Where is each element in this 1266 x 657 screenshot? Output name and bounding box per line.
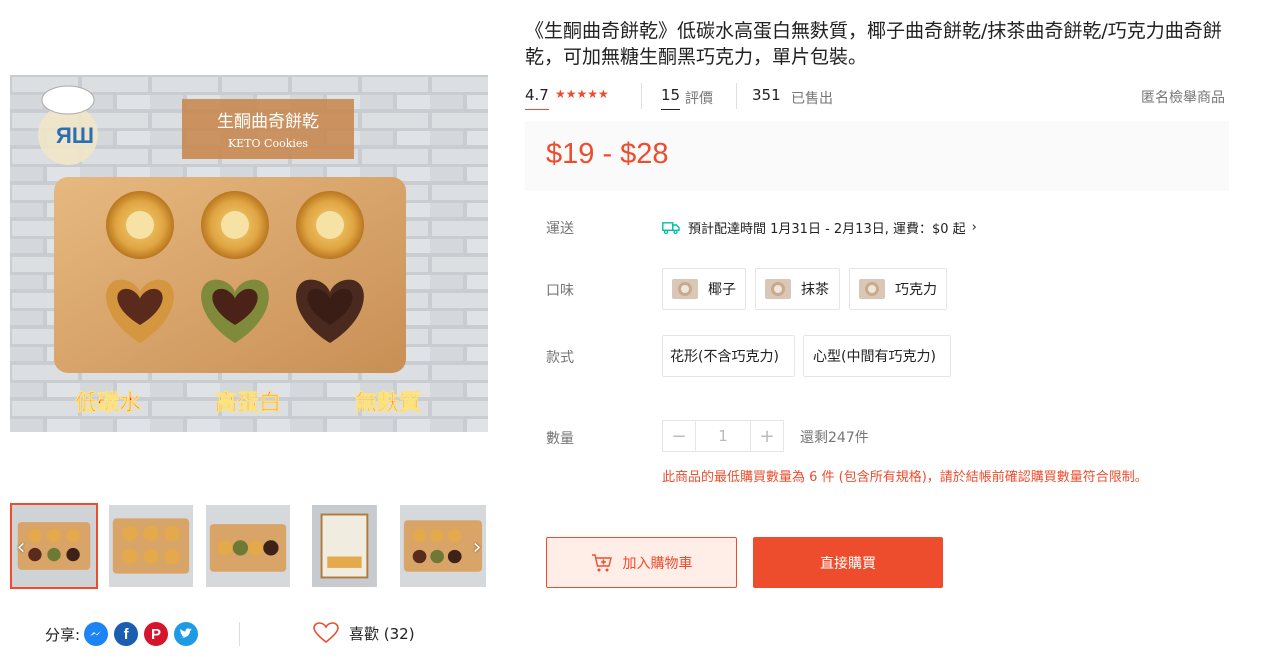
rating-row: 4.7 ★★★★★ 15 評價 351 已售出 匿名檢舉商品 [525,83,1225,111]
thumbnail-2[interactable] [107,503,195,589]
report-product-link[interactable]: 匿名檢舉商品 [1141,87,1225,107]
messenger-icon[interactable] [84,622,109,646]
truck-icon [662,221,680,234]
chevron-right-icon[interactable]: › [972,220,977,235]
product-title: 《生酮曲奇餅乾》低碳水高蛋白無麩質，椰子曲奇餅乾/抹茶曲奇餅乾/巧克力曲奇餅乾，… [525,20,1222,68]
heart-icon [313,622,339,644]
flower-cookies [106,191,364,259]
sold-count: 351 [752,86,781,104]
banner-title: 生酮曲奇餅乾 [217,112,319,132]
shipping-label: 運送 [546,221,574,237]
add-to-cart-label: 加入購物車 [622,555,693,572]
option-label: 花形(不含巧克力) [670,349,779,365]
review-label: 評價 [685,91,713,107]
flavor-option-matcha[interactable]: 抹茶 [755,268,840,310]
style-option-flower[interactable]: 花形(不含巧克力) [662,335,795,377]
cart-icon [591,553,612,571]
review-count[interactable]: 15 [661,86,681,110]
quantity-label: 數量 [546,431,574,447]
svg-text:ЯШ: ЯШ [56,123,94,148]
option-label: 巧克力 [895,282,937,298]
cookie-thumbnail-icon [672,279,698,299]
thumbnail-strip: ‹ › [10,501,488,591]
caption-low-carb: 低碳水 [74,390,142,416]
flavor-label: 口味 [546,283,574,299]
chevron-left-icon[interactable]: ‹ [10,533,32,563]
caption-gluten-free: 無麩質 [355,390,421,416]
option-label: 心型(中間有巧克力) [813,349,936,365]
share-row: 分享: f P 喜歡 (32) [45,620,415,648]
cookie-thumbnail-icon [859,279,885,299]
price-box: $19 - $28 [525,121,1229,191]
quantity-input[interactable]: 1 [695,421,751,451]
sold-label: 已售出 [791,91,833,107]
shipping-info[interactable]: 預計配達時間 1月31日 - 2月13日, 運費：$0 起 › [662,218,977,237]
chevron-right-icon[interactable]: › [466,533,488,563]
share-divider [239,622,240,646]
share-label: 分享: [45,625,81,644]
thumbnail-3[interactable] [204,503,292,589]
increment-button[interactable]: + [751,421,783,451]
star-rating-icon: ★★★★★ [555,87,609,101]
option-label: 椰子 [708,282,736,298]
stock-remaining: 還剩247件 [800,430,869,446]
style-label: 款式 [546,350,574,366]
banner-subtitle: KETO Cookies [228,137,308,150]
caption-high-protein: 高蛋白 [215,390,281,416]
thumbnail-4[interactable] [310,503,398,589]
rating-score[interactable]: 4.7 [525,86,549,110]
flavor-option-chocolate[interactable]: 巧克力 [849,268,947,310]
cookie-thumbnail-icon [765,279,791,299]
like-button[interactable]: 喜歡 (32) [313,622,415,644]
twitter-icon[interactable] [174,622,199,646]
option-label: 抹茶 [801,282,829,298]
buy-now-button[interactable]: 直接購買 [753,537,943,588]
product-photo: ЯШ 生酮曲奇餅乾 KETO Cookies 低碳水 高蛋白 無麩質 [10,75,488,432]
pinterest-icon[interactable]: P [144,622,169,646]
divider [641,83,642,109]
divider [736,83,737,109]
main-product-image[interactable]: ЯШ 生酮曲奇餅乾 KETO Cookies 低碳水 高蛋白 無麩質 [10,75,488,432]
quantity-stepper: − 1 + [662,420,784,452]
facebook-icon[interactable]: f [114,622,139,646]
decrement-button[interactable]: − [663,421,695,451]
shipping-text: 預計配達時間 1月31日 - 2月13日, 運費：$0 起 [688,222,966,237]
add-to-cart-button[interactable]: 加入購物車 [546,537,737,588]
like-count: 喜歡 (32) [349,624,415,643]
style-option-heart[interactable]: 心型(中間有巧克力) [803,335,951,377]
flavor-option-coconut[interactable]: 椰子 [662,268,746,310]
min-quantity-warning: 此商品的最低購買數量為 6 件 (包含所有規格)，請於結帳前確認購買數量符合限制… [662,470,1148,485]
price-range: $19 - $28 [546,138,669,170]
